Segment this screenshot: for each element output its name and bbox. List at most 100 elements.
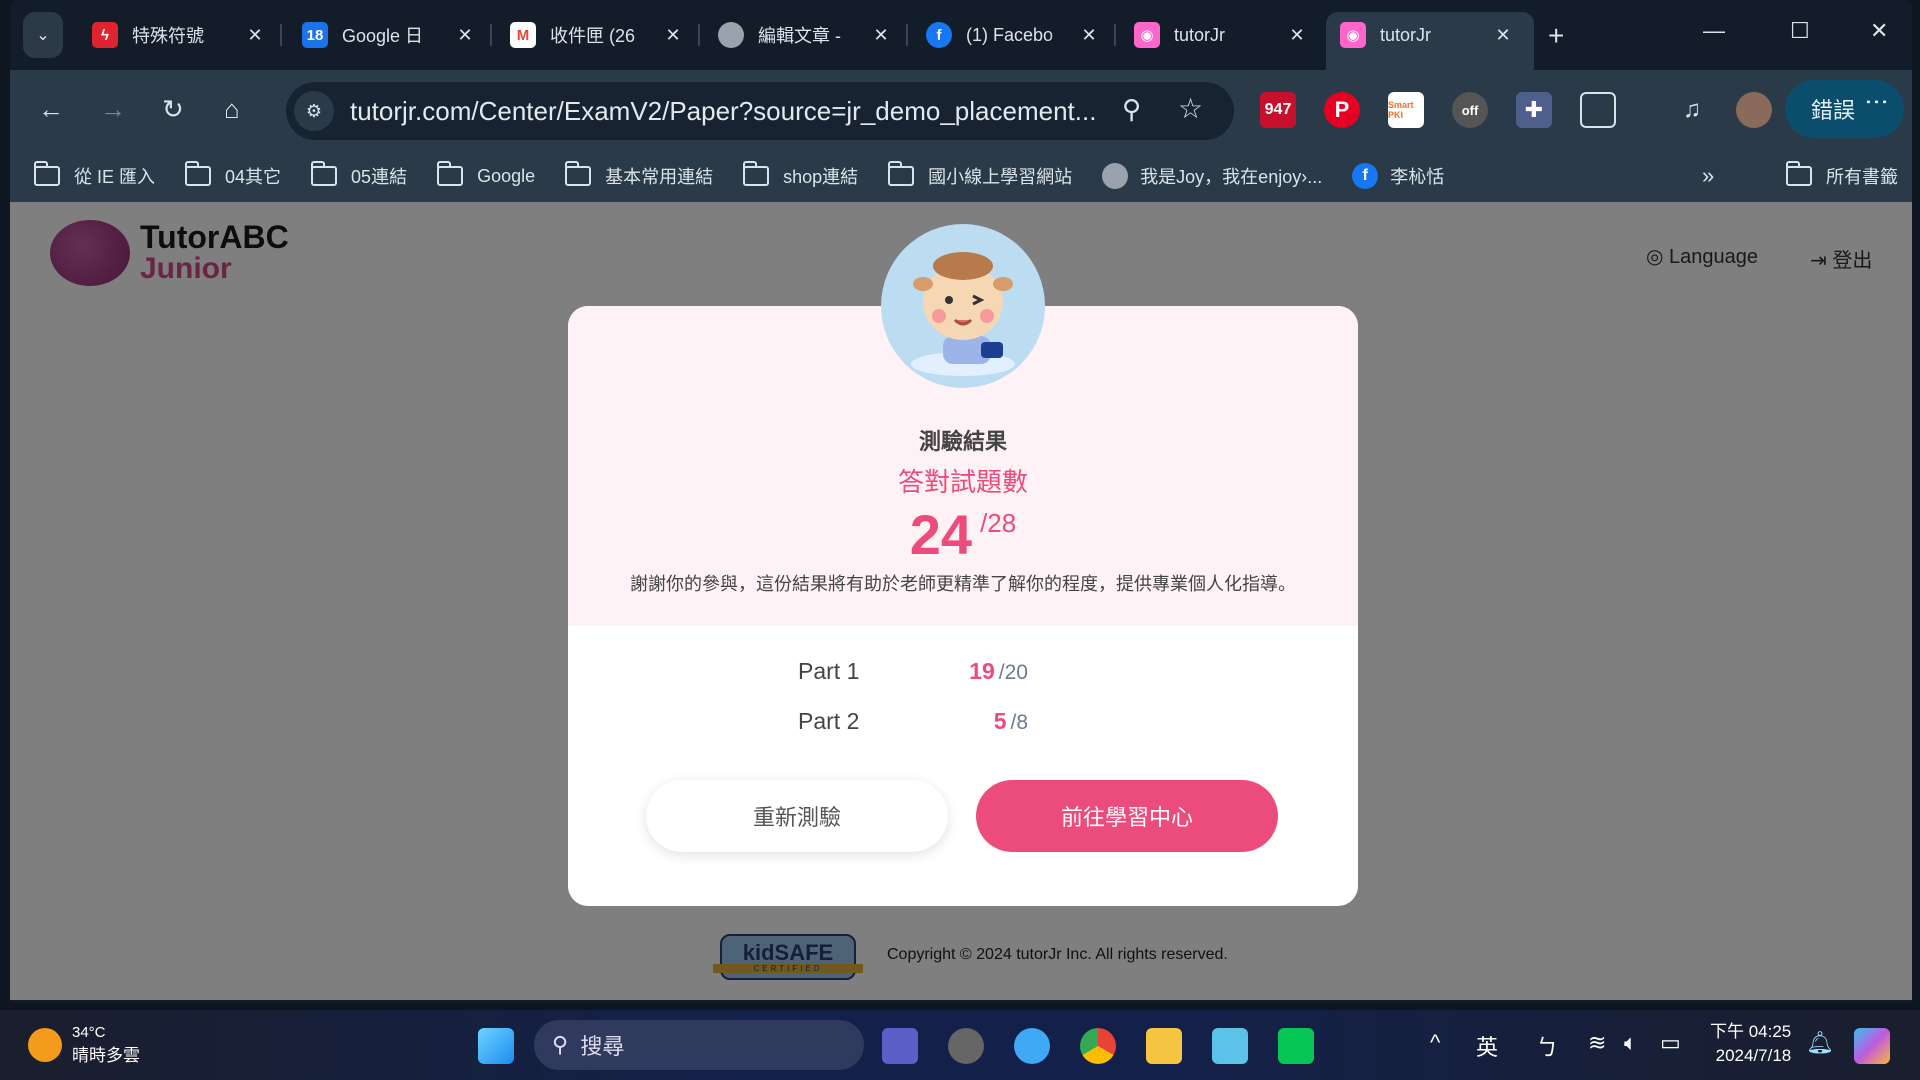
tab-label: 收件匣 (26 <box>550 26 636 46</box>
site-info-icon[interactable]: ⚙ <box>294 91 334 131</box>
bookmark-folder[interactable]: 04其它 <box>184 161 281 189</box>
tab-5[interactable]: f (1) Facebo ✕ <box>926 12 1116 58</box>
lightning-icon: ϟ <box>92 22 118 48</box>
bookmark-label: 05連結 <box>351 167 408 187</box>
result-description: 謝謝你的參與，這份結果將有助於老師更精準了解你的程度，提供專業個人化指導。 <box>630 574 1296 594</box>
file-explorer-icon[interactable] <box>1146 1028 1182 1064</box>
battery-icon[interactable]: ▭ <box>1660 1030 1681 1056</box>
close-icon[interactable]: ✕ <box>1490 25 1516 46</box>
copilot-icon[interactable] <box>1854 1028 1890 1064</box>
tab-2[interactable]: 18 Google 日 ✕ <box>302 12 492 58</box>
retry-test-button[interactable]: 重新測驗 <box>646 780 948 852</box>
address-bar[interactable]: ⚙ tutorjr.com/Center/ExamV2/Paper?source… <box>286 82 1234 140</box>
mail-checker-extension[interactable]: 947 <box>1260 92 1296 128</box>
wifi-icon[interactable]: ≋ <box>1588 1030 1606 1056</box>
tab-divider <box>280 24 282 46</box>
tab-divider <box>490 24 492 46</box>
bookmark-label: 從 IE 匯入 <box>74 167 156 187</box>
ime-language[interactable]: 英 <box>1476 1030 1498 1062</box>
paint-icon[interactable] <box>1014 1028 1050 1064</box>
system-clock[interactable]: 下午 04:25 2024/7/18 <box>1710 1020 1791 1068</box>
part-total: /8 <box>1010 711 1028 734</box>
part-label: Part 2 <box>798 708 860 734</box>
bookmark-folder[interactable]: 國小線上學習網站 <box>887 161 1072 189</box>
tab-search-button[interactable]: ⌄ <box>23 12 63 58</box>
photoscape-icon[interactable] <box>948 1028 984 1064</box>
ime-mode[interactable]: ㄅ <box>1536 1030 1558 1062</box>
go-to-learning-center-button[interactable]: 前往學習中心 <box>976 780 1278 852</box>
clock-time: 下午 04:25 <box>1710 1022 1792 1041</box>
bookmark-star-icon[interactable]: ☆ <box>1178 92 1203 125</box>
zoom-icon[interactable]: ⚲ <box>1122 94 1141 125</box>
minimize-button[interactable]: — <box>1703 18 1725 44</box>
close-icon[interactable]: ✕ <box>452 25 478 46</box>
globe-icon <box>718 22 744 48</box>
line-icon[interactable] <box>1278 1028 1314 1064</box>
tab-strip: ⌄ ϟ 特殊符號 ✕ 18 Google 日 ✕ M 收件匣 (26 ✕ 編輯文… <box>10 0 1912 70</box>
smartpki-icon[interactable]: Smart PKI <box>1388 92 1424 128</box>
maximize-button[interactable]: ☐ <box>1790 18 1810 44</box>
windows-start-icon[interactable] <box>478 1028 514 1064</box>
windows-taskbar: 34°C 晴時多雲 ⚲ 搜尋 ^ 英 ㄅ ≋ 🔈︎ ▭ 下午 04:25 202… <box>0 1010 1920 1080</box>
new-tab-button[interactable]: + <box>1548 20 1564 52</box>
tab-label: 特殊符號 <box>132 26 204 46</box>
close-icon[interactable]: ✕ <box>242 25 268 46</box>
home-button[interactable]: ⌂ <box>224 94 240 125</box>
tab-1[interactable]: ϟ 特殊符號 ✕ <box>92 12 282 58</box>
part-correct: 5 <box>993 708 1007 734</box>
bookmark-link[interactable]: 我是Joy，我在enjoy›... <box>1102 163 1322 189</box>
pinterest-icon[interactable]: P <box>1324 92 1360 128</box>
tab-label: tutorJr <box>1380 24 1432 45</box>
close-window-button[interactable]: ✕ <box>1870 18 1888 44</box>
partly-cloudy-icon <box>28 1028 62 1062</box>
bookmark-folder[interactable]: 從 IE 匯入 <box>33 161 156 189</box>
bookmark-folder[interactable]: Google <box>436 161 535 187</box>
teams-icon[interactable] <box>882 1028 918 1064</box>
extensions-icon[interactable] <box>1580 92 1616 128</box>
close-icon[interactable]: ✕ <box>1076 25 1102 46</box>
part-label: Part 1 <box>798 658 860 684</box>
notification-bell-icon[interactable]: 🔔︎ <box>1806 1030 1834 1056</box>
facebook-icon: f <box>926 22 952 48</box>
back-button[interactable]: ← <box>38 94 64 125</box>
bookmark-label: 所有書籤 <box>1826 167 1898 187</box>
media-control-icon[interactable]: ♫ <box>1674 92 1710 128</box>
part-score-row: Part 2 5/8 <box>568 708 1358 748</box>
all-bookmarks-button[interactable]: 所有書籤 <box>1785 161 1898 189</box>
taskbar-search[interactable]: ⚲ 搜尋 <box>534 1020 864 1070</box>
forward-button[interactable]: → <box>100 94 126 125</box>
browser-window: ⌄ ϟ 特殊符號 ✕ 18 Google 日 ✕ M 收件匣 (26 ✕ 編輯文… <box>10 0 1912 1002</box>
tab-label: 編輯文章 - <box>758 26 841 46</box>
tab-4[interactable]: 編輯文章 - ✕ <box>718 12 908 58</box>
folder-icon <box>310 161 338 186</box>
error-menu-button[interactable]: 錯誤 ⋮ <box>1785 80 1904 138</box>
notepad-icon[interactable] <box>1212 1028 1248 1064</box>
clock-date: 2024/7/18 <box>1715 1046 1792 1065</box>
score-value: 24 <box>909 503 973 566</box>
tab-6[interactable]: ◉ tutorJr ✕ <box>1134 12 1310 58</box>
tab-divider <box>906 24 908 46</box>
chrome-icon[interactable] <box>1080 1028 1116 1064</box>
tab-3[interactable]: M 收件匣 (26 ✕ <box>510 12 700 58</box>
mascot-avatar <box>881 224 1045 388</box>
url-text[interactable]: tutorjr.com/Center/ExamV2/Paper?source=j… <box>350 96 1096 127</box>
folder-icon <box>564 161 592 186</box>
bookmark-folder[interactable]: shop連結 <box>742 161 858 189</box>
close-icon[interactable]: ✕ <box>1284 25 1310 46</box>
close-icon[interactable]: ✕ <box>660 25 686 46</box>
bookmark-link[interactable]: f 李杺恬 <box>1352 163 1444 189</box>
puzzle-extension-icon[interactable]: ✚ <box>1516 92 1552 128</box>
volume-icon[interactable]: 🔈︎ <box>1624 1030 1637 1056</box>
tab-7-active[interactable]: ◉ tutorJr ✕ <box>1326 12 1534 70</box>
off-extension-icon[interactable]: off <box>1452 92 1488 128</box>
show-hidden-icons-chevron[interactable]: ^ <box>1430 1030 1440 1056</box>
close-icon[interactable]: ✕ <box>868 25 894 46</box>
more-bookmarks-chevron-icon[interactable]: » <box>1702 163 1714 189</box>
reload-button[interactable]: ↻ <box>162 94 184 125</box>
weather-widget[interactable]: 34°C 晴時多雲 <box>28 1024 140 1066</box>
bookmark-folder[interactable]: 05連結 <box>310 161 408 189</box>
folder-icon <box>742 161 770 186</box>
bookmark-folder[interactable]: 基本常用連結 <box>564 161 713 189</box>
folder-icon <box>887 161 915 186</box>
profile-avatar[interactable] <box>1736 92 1772 128</box>
